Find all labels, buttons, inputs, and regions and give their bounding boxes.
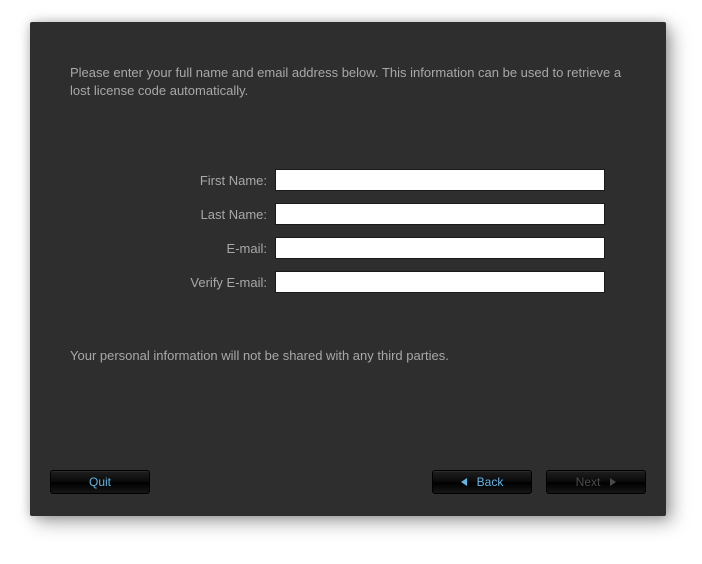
first-name-row: First Name: <box>70 169 626 191</box>
next-button-label: Next <box>576 475 601 489</box>
quit-button-label: Quit <box>89 475 111 489</box>
email-input[interactable] <box>275 237 605 259</box>
button-bar: Quit Back Next <box>50 470 646 494</box>
quit-button[interactable]: Quit <box>50 470 150 494</box>
email-label: E-mail: <box>70 241 275 256</box>
last-name-input[interactable] <box>275 203 605 225</box>
next-button[interactable]: Next <box>546 470 646 494</box>
back-button-label: Back <box>477 475 504 489</box>
registration-form: First Name: Last Name: E-mail: Verify E-… <box>70 169 626 293</box>
email-row: E-mail: <box>70 237 626 259</box>
verify-email-input[interactable] <box>275 271 605 293</box>
arrow-right-icon <box>610 478 616 486</box>
verify-email-label: Verify E-mail: <box>70 275 275 290</box>
instructions-text: Please enter your full name and email ad… <box>70 64 626 99</box>
last-name-label: Last Name: <box>70 207 275 222</box>
registration-dialog: Please enter your full name and email ad… <box>30 22 666 516</box>
arrow-left-icon <box>461 478 467 486</box>
last-name-row: Last Name: <box>70 203 626 225</box>
back-button[interactable]: Back <box>432 470 532 494</box>
first-name-label: First Name: <box>70 173 275 188</box>
verify-email-row: Verify E-mail: <box>70 271 626 293</box>
privacy-note: Your personal information will not be sh… <box>70 348 626 363</box>
first-name-input[interactable] <box>275 169 605 191</box>
